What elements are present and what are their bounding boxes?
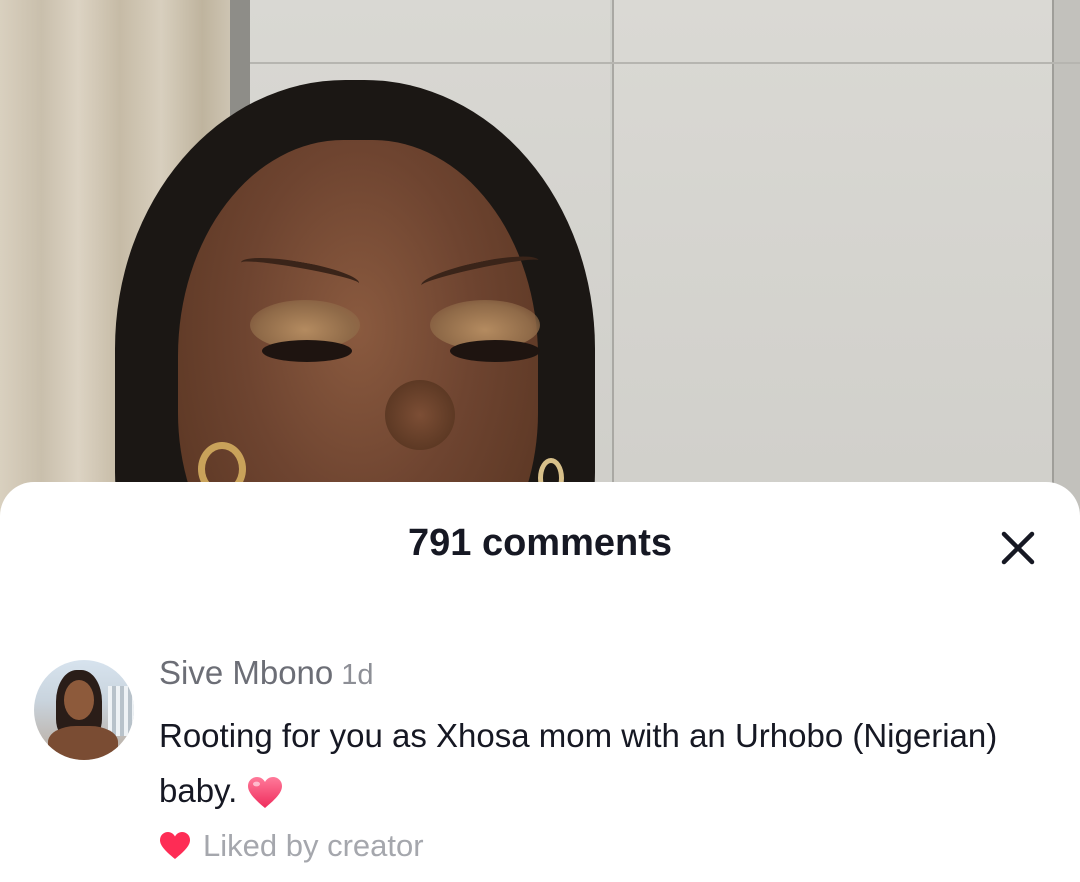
person-eye	[450, 340, 540, 362]
comments-count-title: 791 comments	[407, 522, 672, 564]
liked-by-label: Liked by creator	[203, 828, 424, 863]
person-eye	[262, 340, 352, 362]
close-button[interactable]	[996, 526, 1040, 570]
person-nose	[385, 380, 455, 450]
comment-time: 1d	[341, 659, 374, 691]
video-player[interactable]	[0, 0, 1080, 520]
avatar[interactable]	[34, 660, 134, 760]
comment-text: Rooting for you as Xhosa mom with an Urh…	[159, 717, 998, 809]
wall-panel	[1052, 0, 1080, 520]
heart-icon	[160, 832, 190, 859]
liked-by-creator: Liked by creator	[159, 828, 424, 864]
screen: 791 comments Sive Mbono 1d Rooting for yo…	[0, 0, 1080, 882]
ceiling-line	[250, 62, 1080, 64]
wall-panel	[612, 0, 1054, 520]
comment-author[interactable]: Sive Mbono	[159, 654, 333, 691]
comment-body: Rooting for you as Xhosa mom with an Urh…	[159, 708, 1059, 818]
comment-header: Sive Mbono 1d	[159, 654, 374, 692]
close-icon	[1001, 531, 1035, 565]
heart-emoji-icon	[248, 777, 283, 809]
comments-sheet: 791 comments Sive Mbono 1d Rooting for yo…	[0, 482, 1080, 882]
